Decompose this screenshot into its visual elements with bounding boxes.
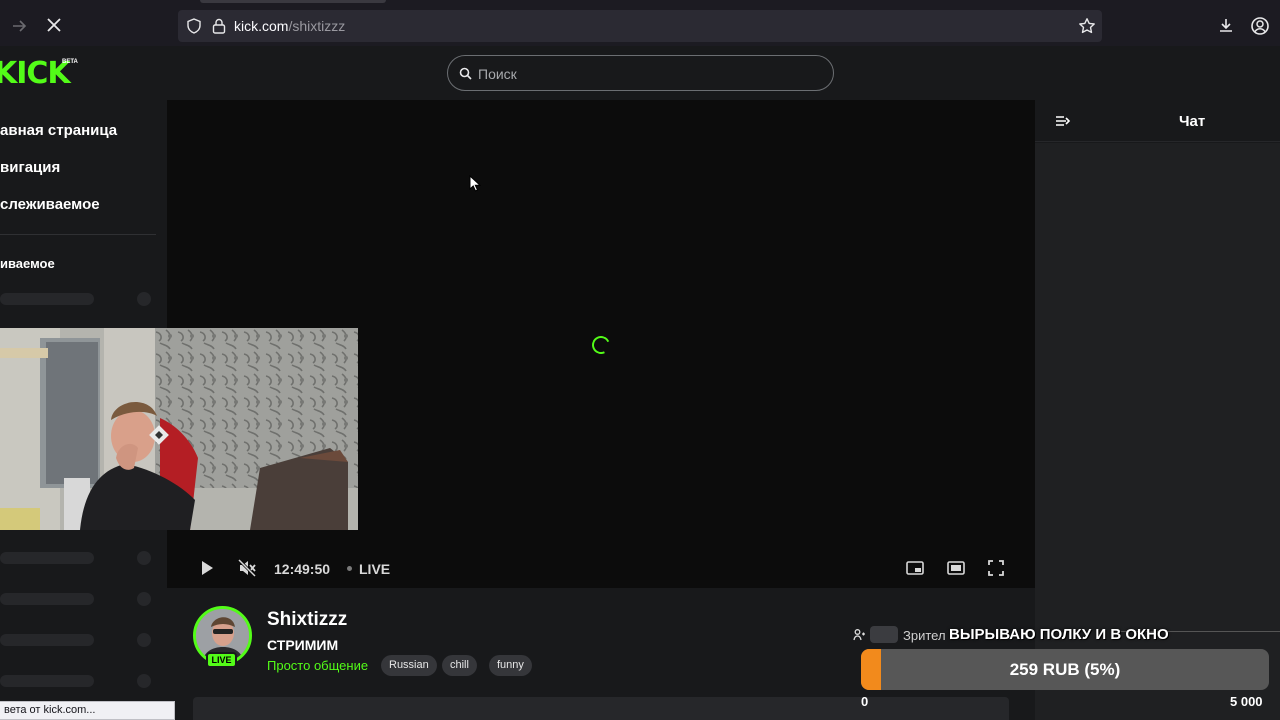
- account-icon[interactable]: [1250, 16, 1270, 36]
- tag-russian[interactable]: Russian: [381, 655, 437, 676]
- tag-chill[interactable]: chill: [442, 655, 477, 676]
- collapse-chat-icon[interactable]: [1055, 114, 1071, 128]
- stream-title: СТРИМИМ: [267, 637, 339, 653]
- sidebar-section-title: иваемое: [0, 256, 55, 271]
- tag-funny[interactable]: funny: [489, 655, 532, 676]
- player-controls: 12:49:50 LIVE: [167, 552, 1035, 588]
- stream-category-link[interactable]: Просто общение: [267, 658, 368, 673]
- channel-tabs-placeholder: [193, 697, 1009, 720]
- search-input[interactable]: Поиск: [447, 55, 834, 91]
- sidebar-skeleton-dot: [137, 674, 151, 688]
- loading-spinner-icon: [589, 333, 613, 357]
- viewers-label: Зрител: [903, 628, 946, 643]
- live-dot: [347, 566, 352, 571]
- search-icon: [459, 67, 472, 80]
- forward-arrow-icon[interactable]: [10, 16, 30, 36]
- muted-speaker-icon[interactable]: [237, 558, 257, 578]
- chat-title: Чат: [1179, 113, 1206, 130]
- bookmark-star-icon[interactable]: [1078, 17, 1096, 35]
- site-header: KICK BETA Поиск: [0, 46, 1280, 100]
- sidebar-skeleton-item: [0, 675, 94, 687]
- url-bar[interactable]: kick.com/shixtizzz: [178, 10, 1102, 42]
- browser-status-bar: вета от kick.com...: [0, 701, 175, 720]
- donation-goal-min: 0: [861, 694, 869, 709]
- fullscreen-icon[interactable]: [986, 558, 1006, 578]
- chat-header: Чат: [1035, 100, 1280, 142]
- sidebar-skeleton-item: [0, 593, 94, 605]
- url-path: /shixtizzz: [288, 18, 346, 34]
- sidebar-skeleton-item: [0, 634, 94, 646]
- webcam-overlay-image: [0, 328, 358, 530]
- download-icon[interactable]: [1216, 16, 1236, 36]
- live-label[interactable]: LIVE: [359, 561, 390, 577]
- donation-goal-title: ВЫРЫВАЮ ПОЛКУ И В ОКНО: [949, 626, 1169, 643]
- play-icon[interactable]: [199, 559, 215, 577]
- sidebar-item-home[interactable]: авная страница: [0, 122, 117, 139]
- donation-goal-progress-text: 259 RUB (5%): [1009, 660, 1121, 679]
- sidebar-skeleton-item: [0, 552, 94, 564]
- url-host: kick.com: [234, 18, 289, 34]
- sidebar-divider: [0, 234, 156, 235]
- viewers-icon: [853, 628, 866, 641]
- donation-goal-max: 5 000: [1230, 694, 1263, 709]
- sidebar-skeleton-dot: [137, 592, 151, 606]
- sidebar-item-browse[interactable]: вигация: [0, 159, 60, 176]
- active-tab-indicator: [200, 0, 386, 3]
- stream-timecode: 12:49:50: [274, 561, 331, 577]
- mouse-cursor-icon: [469, 174, 482, 193]
- channel-name[interactable]: Shixtizzz: [267, 609, 347, 631]
- live-badge: LIVE: [206, 652, 237, 668]
- donation-goal-bar: 259 RUB (5%): [861, 649, 1269, 690]
- viewer-count-placeholder: [870, 626, 898, 643]
- logo-beta-badge: BETA: [62, 59, 78, 65]
- shield-icon[interactable]: [186, 18, 202, 34]
- url-text[interactable]: kick.com/shixtizzz: [234, 18, 345, 34]
- sidebar-skeleton-item: [0, 293, 94, 305]
- sidebar-skeleton-dot: [137, 633, 151, 647]
- search-placeholder: Поиск: [478, 66, 517, 82]
- sidebar-skeleton-dot: [137, 292, 151, 306]
- theater-mode-icon[interactable]: [946, 559, 966, 577]
- kick-logo[interactable]: KICK: [0, 56, 71, 91]
- sidebar-skeleton-dot: [137, 551, 151, 565]
- browser-toolbar: kick.com/shixtizzz: [0, 0, 1280, 46]
- lock-icon[interactable]: [212, 18, 226, 34]
- status-text: вета от kick.com...: [4, 704, 96, 716]
- sidebar-item-following[interactable]: слеживаемое: [0, 196, 100, 213]
- stop-loading-icon[interactable]: [44, 15, 64, 35]
- picture-in-picture-icon[interactable]: [905, 559, 925, 577]
